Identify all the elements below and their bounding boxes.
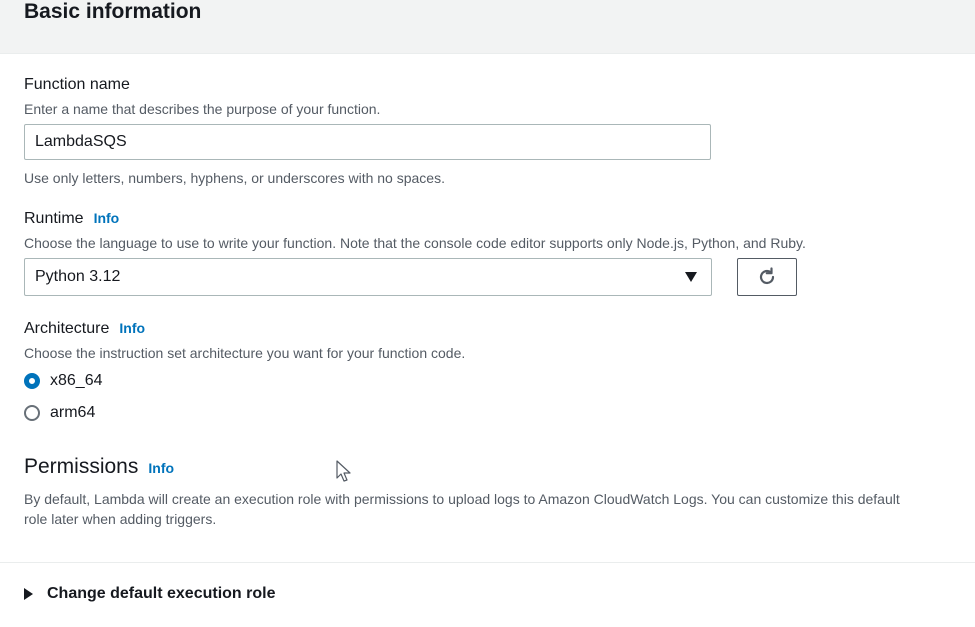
- section-title: Basic information: [24, 0, 202, 23]
- runtime-label-row: Runtime Info: [24, 210, 119, 228]
- architecture-option-label: arm64: [50, 404, 96, 421]
- runtime-select[interactable]: Python 3.12: [24, 258, 712, 296]
- permissions-info-link[interactable]: Info: [148, 460, 174, 476]
- caret-right-icon: [24, 588, 33, 600]
- refresh-runtime-button[interactable]: [737, 258, 797, 296]
- permissions-title-row: Permissions Info: [24, 455, 174, 479]
- divider: [0, 562, 975, 563]
- permissions-description: By default, Lambda will create an execut…: [24, 491, 900, 527]
- architecture-option-label: x86_64: [50, 372, 103, 389]
- architecture-option-arm64[interactable]: arm64: [24, 404, 95, 422]
- function-name-hint: Use only letters, numbers, hyphens, or u…: [24, 170, 445, 186]
- radio-unchecked-icon[interactable]: [24, 405, 40, 421]
- panel-header: Basic information: [0, 0, 975, 54]
- function-name-input[interactable]: [24, 124, 711, 160]
- runtime-description: Choose the language to use to write your…: [24, 235, 806, 251]
- mouse-pointer-icon: [336, 460, 351, 482]
- architecture-info-link[interactable]: Info: [119, 320, 145, 336]
- function-name-label: Function name: [24, 76, 130, 93]
- basic-information-panel: Basic information Function name Enter a …: [0, 0, 975, 627]
- architecture-label: Architecture: [24, 320, 110, 337]
- architecture-label-row: Architecture Info: [24, 320, 145, 338]
- function-name-description: Enter a name that describes the purpose …: [24, 101, 381, 117]
- expander-label: Change default execution role: [47, 585, 276, 602]
- change-default-execution-role-expander[interactable]: Change default execution role: [24, 585, 275, 603]
- architecture-option-x86_64[interactable]: x86_64: [24, 372, 103, 390]
- radio-checked-icon[interactable]: [24, 373, 40, 389]
- runtime-label: Runtime: [24, 210, 84, 227]
- permissions-title: Permissions: [24, 455, 139, 478]
- runtime-info-link[interactable]: Info: [94, 210, 120, 226]
- runtime-selected-value: Python 3.12: [35, 268, 121, 285]
- caret-down-icon: [685, 272, 697, 282]
- architecture-description: Choose the instruction set architecture …: [24, 345, 466, 361]
- refresh-icon: [759, 267, 775, 285]
